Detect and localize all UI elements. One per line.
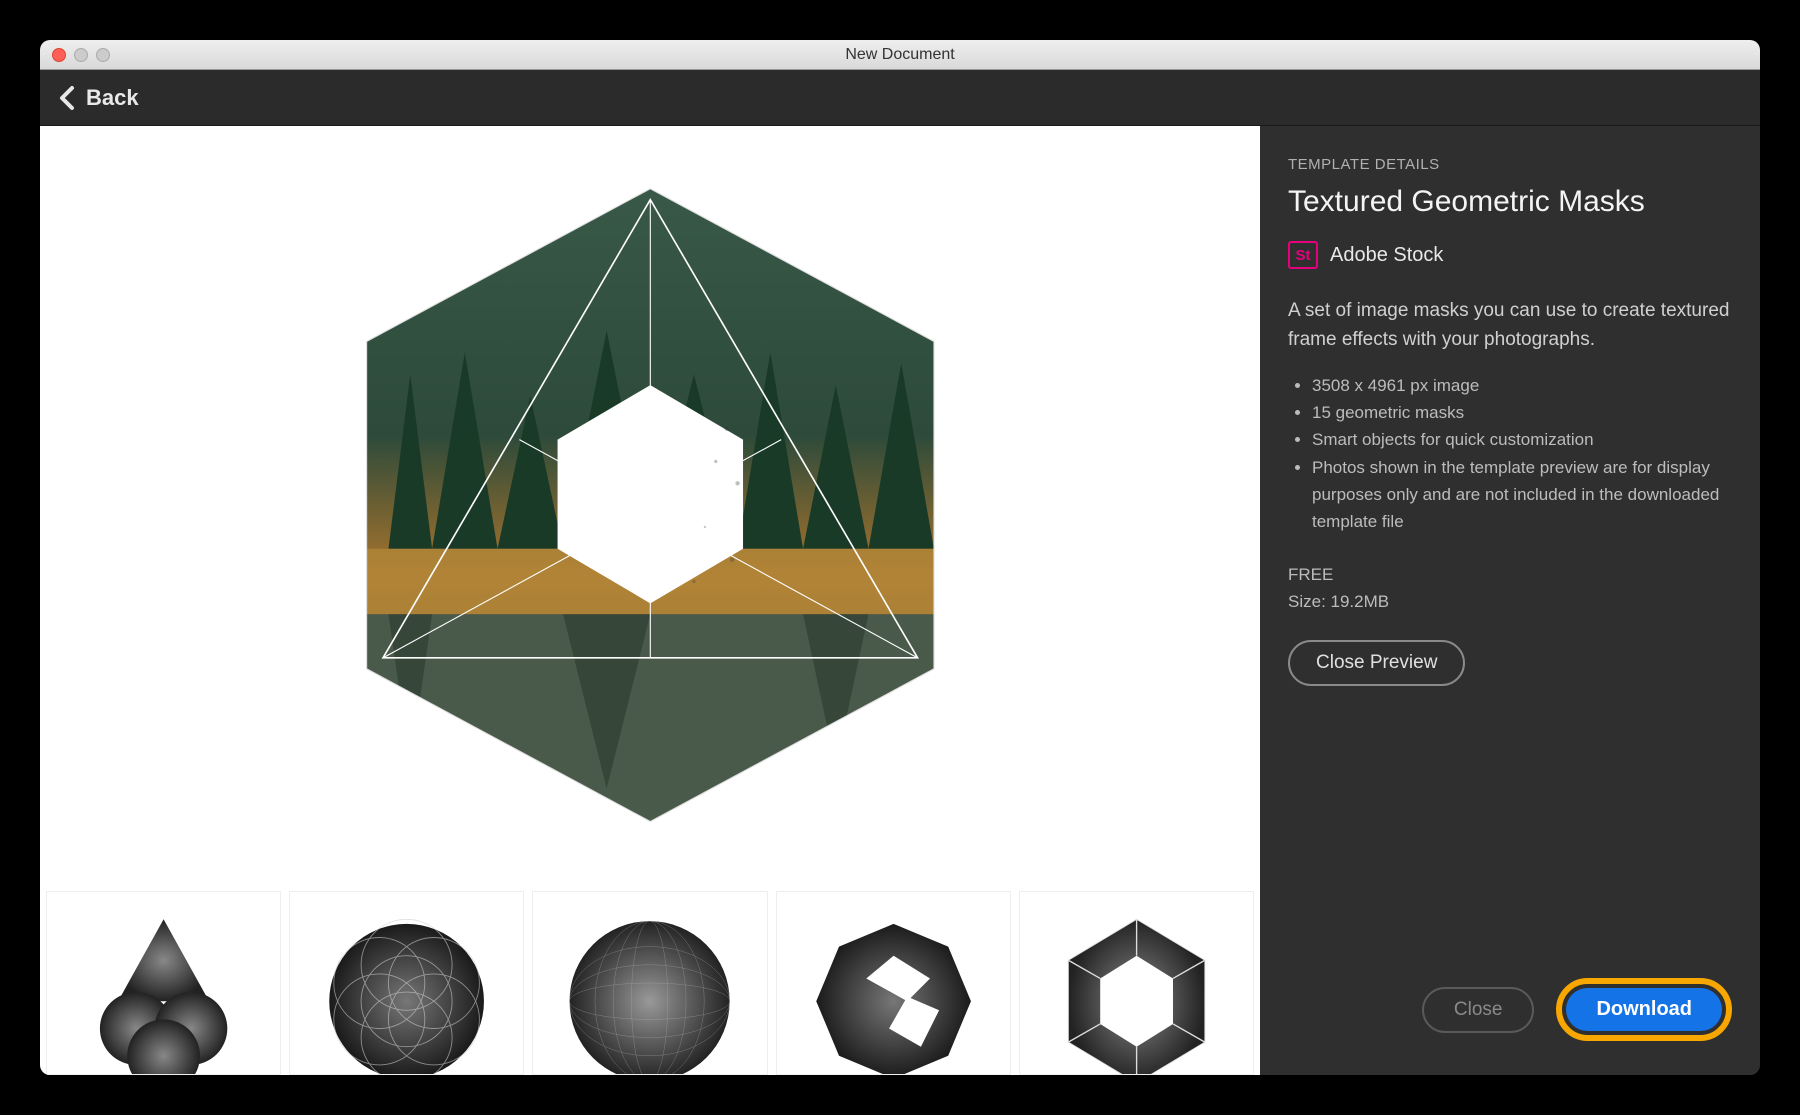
source-name: Adobe Stock xyxy=(1330,244,1443,267)
template-preview-image xyxy=(323,156,978,854)
window-title: New Document xyxy=(845,46,954,64)
feature-item: 15 geometric masks xyxy=(1312,399,1732,426)
download-highlight: Download xyxy=(1556,978,1732,1041)
template-description: A set of image masks you can use to crea… xyxy=(1288,297,1732,354)
size-label: Size: 19.2MB xyxy=(1288,588,1732,615)
dialog-body: TEMPLATE DETAILS Textured Geometric Mask… xyxy=(40,126,1760,1075)
titlebar: New Document xyxy=(40,40,1760,70)
template-title: Textured Geometric Masks xyxy=(1288,185,1732,219)
thumbnail-4[interactable] xyxy=(776,891,1011,1075)
new-document-window: New Document Back xyxy=(40,40,1760,1075)
feature-item: Smart objects for quick customization xyxy=(1312,426,1732,453)
details-panel: TEMPLATE DETAILS Textured Geometric Mask… xyxy=(1260,126,1760,1075)
feature-item: 3508 x 4961 px image xyxy=(1312,372,1732,399)
main-preview xyxy=(40,126,1260,885)
download-button[interactable]: Download xyxy=(1566,988,1722,1031)
template-meta: FREE Size: 19.2MB xyxy=(1288,561,1732,615)
maximize-window-icon[interactable] xyxy=(96,48,110,62)
details-kicker: TEMPLATE DETAILS xyxy=(1288,156,1732,173)
back-button[interactable]: Back xyxy=(58,85,139,111)
template-features: 3508 x 4961 px image 15 geometric masks … xyxy=(1288,372,1732,535)
close-window-icon[interactable] xyxy=(52,48,66,62)
template-source[interactable]: St Adobe Stock xyxy=(1288,241,1732,269)
chevron-left-icon xyxy=(58,85,76,111)
back-label: Back xyxy=(86,85,139,111)
window-controls xyxy=(52,48,110,62)
thumbnail-5[interactable] xyxy=(1019,891,1254,1075)
price-label: FREE xyxy=(1288,561,1732,588)
minimize-window-icon[interactable] xyxy=(74,48,88,62)
close-button[interactable]: Close xyxy=(1422,987,1535,1033)
thumbnail-strip xyxy=(40,885,1260,1075)
thumbnail-1[interactable] xyxy=(46,891,281,1075)
feature-item: Photos shown in the template preview are… xyxy=(1312,454,1732,536)
thumbnail-2[interactable] xyxy=(289,891,524,1075)
close-preview-button[interactable]: Close Preview xyxy=(1288,640,1465,686)
dialog-actions: Close Download xyxy=(1422,978,1732,1041)
adobe-stock-icon: St xyxy=(1288,241,1318,269)
preview-area xyxy=(40,126,1260,1075)
thumbnail-3[interactable] xyxy=(532,891,767,1075)
toolbar: Back xyxy=(40,70,1760,126)
